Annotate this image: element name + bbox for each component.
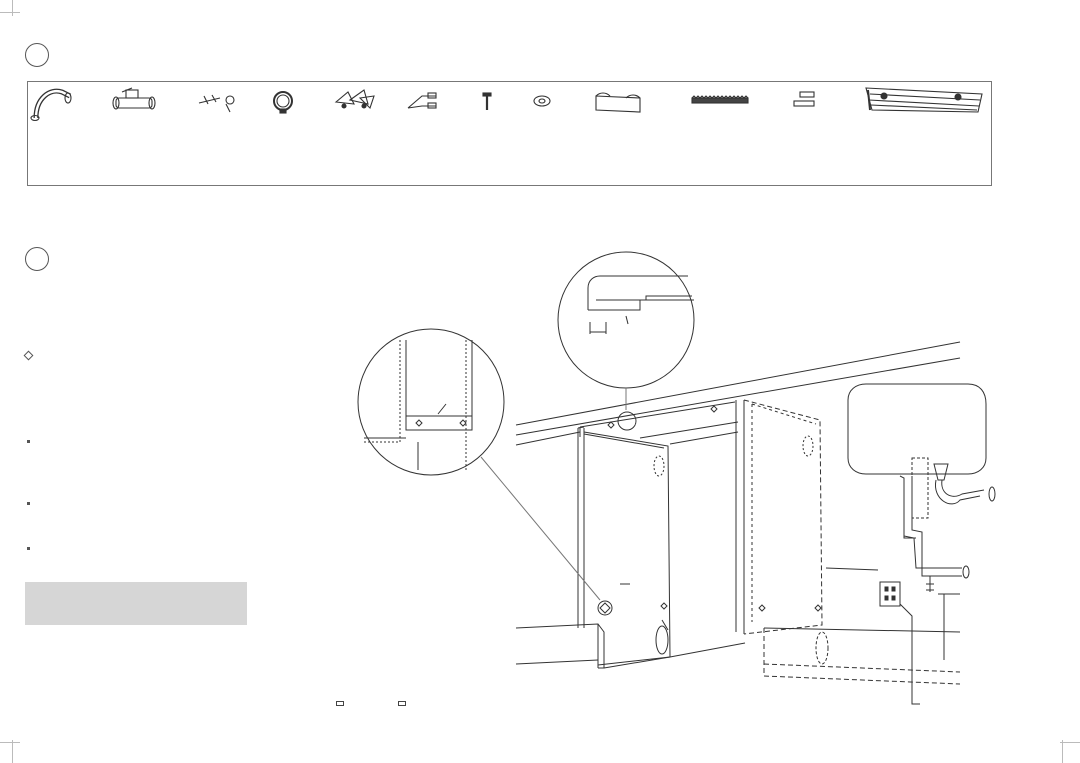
cabinet-icon (515, 426, 746, 669)
zoom-detail-icon (557, 251, 695, 431)
electrical-outlet-icon (879, 581, 920, 705)
zoom-detail-icon (357, 328, 601, 601)
water-heater-icon (847, 383, 996, 592)
installation-diagram (357, 251, 996, 705)
countertop (515, 341, 961, 446)
